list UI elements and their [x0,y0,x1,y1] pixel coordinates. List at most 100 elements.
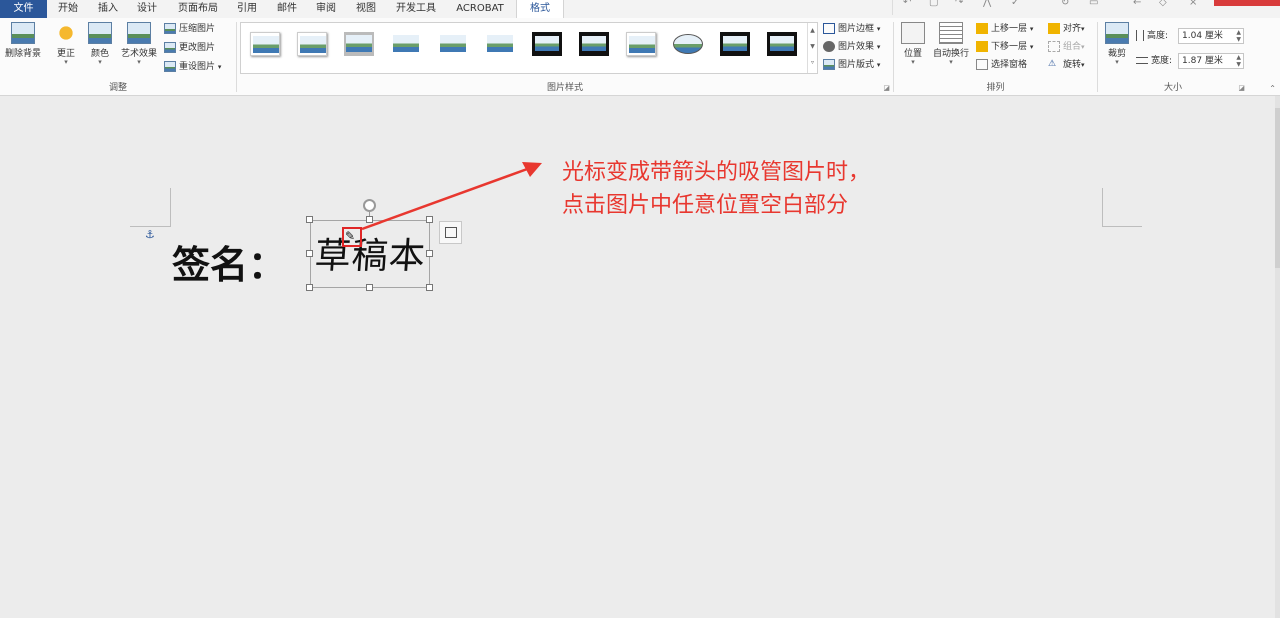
group-size: 裁剪 ▾ 高度: 1.04 厘米 ▲ ▼ 宽度: 1.87 厘米 ▲ ▼ 大小 ◪ [1098,18,1248,96]
chevron-down-icon[interactable]: ▼ [808,39,817,55]
gallery-scroll[interactable]: ▲ ▼ ▿ [807,23,817,73]
more-icon[interactable]: ▿ [808,55,817,71]
position-button[interactable]: 位置 ▾ [898,22,928,66]
remove-background-icon [11,22,35,44]
selection-pane-button[interactable]: 选择窗格 [976,57,1027,73]
tab-review[interactable]: 审阅 [313,0,339,18]
layout-icon [823,59,835,70]
wrap-text-button[interactable]: 自动换行 ▾ [930,22,972,66]
resize-handle[interactable] [366,284,373,291]
signature-picture[interactable]: 草稿本 [310,220,430,288]
chevron-up-icon[interactable]: ▲ [808,23,817,39]
border-icon [823,23,835,34]
corrections-button[interactable]: 更正 ▾ [52,22,80,66]
remove-background-button[interactable]: 删除背景 [2,22,44,59]
save-icon[interactable]: ▢ [929,0,938,8]
redo-icon[interactable]: ↷ [955,0,963,8]
change-picture-button[interactable]: 更改图片 [164,40,215,56]
style-thumb[interactable] [344,32,374,56]
height-label: 高度: [1136,28,1168,44]
layout-options-button[interactable] [439,221,462,244]
picture-layout-button[interactable]: 图片版式 ▾ [823,57,880,73]
scrollbar-thumb[interactable] [1275,108,1280,268]
spinner-icon[interactable]: ▲ ▼ [1236,29,1241,43]
chevron-down-icon: ▾ [137,58,141,66]
reset-picture-button[interactable]: 重设图片 ▾ [164,59,221,75]
tab-mailings[interactable]: 邮件 [274,0,300,18]
style-thumb[interactable] [438,32,468,56]
group-label-picture-styles: 图片样式 [546,83,583,93]
dialog-launcher-icon[interactable]: ◪ [1238,84,1245,92]
spinner-icon[interactable]: ▲ ▼ [1236,54,1241,68]
align-button[interactable]: 对齐▾ [1048,21,1085,37]
style-thumb[interactable] [579,32,609,56]
refresh-icon[interactable]: ↻ [1061,0,1069,8]
check-icon[interactable]: ✓ [1011,0,1019,8]
picture-border-button[interactable]: 图片边框 ▾ [823,21,880,37]
chevron-down-icon: ▾ [98,58,102,66]
format-painter-icon[interactable]: ⋀ [983,0,991,8]
chevron-down-icon: ▾ [1081,61,1085,69]
resize-handle[interactable] [426,216,433,223]
crop-button[interactable]: 裁剪 ▾ [1102,22,1132,66]
color-button[interactable]: 颜色 ▾ [86,22,114,66]
group-button[interactable]: 组合▾ [1048,39,1085,55]
style-thumb[interactable] [720,32,750,56]
style-thumb[interactable] [297,32,327,56]
tab-insert[interactable]: 插入 [95,0,121,18]
rotate-handle[interactable] [363,199,376,212]
undo-icon[interactable]: ↶ [903,0,911,8]
signature-label: 签名： [172,242,287,287]
tab-references[interactable]: 引用 [234,0,260,18]
style-thumb[interactable] [485,32,515,56]
ribbon: 删除背景 更正 ▾ 颜色 ▾ 艺术效果 ▾ 压缩图片 更改图片 重设图片 ▾ 调… [0,18,1280,96]
picture-effects-button[interactable]: 图片效果 ▾ [823,39,880,55]
settings-icon[interactable]: ◇ [1159,0,1167,8]
resize-handle[interactable] [426,250,433,257]
dialog-launcher-icon[interactable]: ◪ [883,84,890,92]
vertical-scrollbar[interactable] [1275,96,1280,618]
style-thumb[interactable] [767,32,797,56]
tab-developer[interactable]: 开发工具 [392,0,440,18]
account-badge[interactable] [1214,0,1280,6]
back-icon[interactable]: ← [1133,0,1141,8]
bring-forward-button[interactable]: 上移一层 ▾ [976,21,1033,37]
close-icon[interactable]: × [1189,0,1197,8]
resize-handle[interactable] [306,284,313,291]
style-thumb[interactable] [673,32,703,56]
rotate-button[interactable]: ⚠ 旋转▾ [1048,57,1085,73]
tab-view[interactable]: 视图 [353,0,379,18]
tab-home[interactable]: 开始 [55,0,81,18]
rotate-icon: ⚠ [1048,59,1057,69]
send-backward-button[interactable]: 下移一层 ▾ [976,39,1033,55]
color-icon [88,22,112,44]
tab-page-layout[interactable]: 页面布局 [175,0,221,18]
resize-handle[interactable] [306,250,313,257]
style-thumb[interactable] [532,32,562,56]
tab-file[interactable]: 文件 [0,0,47,18]
bring-forward-icon [976,23,988,34]
group-label-size: 大小 [1163,83,1182,93]
collapse-ribbon-icon[interactable]: ⌃ [1269,84,1276,93]
tab-design[interactable]: 设计 [134,0,160,18]
resize-handle[interactable] [366,216,373,223]
tab-acrobat[interactable]: ACROBAT [452,0,508,18]
chevron-down-icon: ▾ [1081,25,1085,33]
style-thumb[interactable] [391,32,421,56]
style-thumb[interactable] [250,32,280,56]
print-icon[interactable]: ▭ [1089,0,1098,8]
width-input[interactable]: 1.87 厘米 ▲ ▼ [1178,53,1244,69]
resize-handle[interactable] [426,284,433,291]
style-thumb[interactable] [626,32,656,56]
resize-handle[interactable] [306,216,313,223]
artistic-effects-button[interactable]: 艺术效果 ▾ [118,22,160,66]
chevron-down-icon: ▾ [911,58,915,66]
height-input[interactable]: 1.04 厘米 ▲ ▼ [1178,28,1244,44]
chevron-down-icon: ▾ [1115,58,1119,66]
chevron-down-icon: ▾ [1081,43,1085,51]
compress-pictures-button[interactable]: 压缩图片 [164,21,215,37]
sun-icon [54,22,78,44]
eyedropper-cursor-icon: ✎ [345,229,356,243]
tab-format[interactable]: 格式 [516,0,564,19]
compress-icon [164,23,176,34]
